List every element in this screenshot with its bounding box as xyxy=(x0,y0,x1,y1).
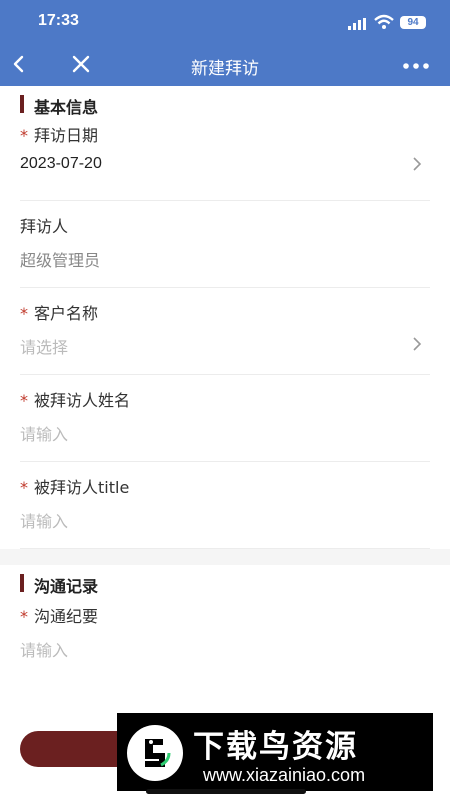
chevron-right-icon xyxy=(413,157,422,171)
status-time: 17:33 xyxy=(38,12,79,29)
form-content: 基本信息 * 拜访日期 2023-07-20 拜访人 超级管理员 * 客户名称 请选… xyxy=(0,86,450,687)
visitee-title-label: 被拜访人title xyxy=(34,478,130,497)
chevron-right-icon xyxy=(413,337,422,351)
section-basic-info: 基本信息 * 拜访日期 2023-07-20 拜访人 超级管理员 * 客户名称 请选… xyxy=(0,86,450,549)
required-mark: * xyxy=(20,391,28,410)
field-visitee-title[interactable]: * 被拜访人title 请输入 xyxy=(20,462,430,549)
watermark: 下载鸟资源 www.xiazainiao.com xyxy=(117,713,433,791)
visit-date-label: 拜访日期 xyxy=(34,126,99,145)
field-visitee-name[interactable]: * 被拜访人姓名 请输入 xyxy=(20,375,430,462)
nav-bar: 新建拜访 xyxy=(0,44,450,86)
required-mark: * xyxy=(20,304,28,323)
required-mark: * xyxy=(20,607,28,626)
section-header: 沟通记录 xyxy=(0,565,450,601)
visitee-name-input[interactable]: 请输入 xyxy=(20,421,68,445)
required-mark: * xyxy=(20,126,28,145)
communication-summary-label: 沟通纪要 xyxy=(34,607,99,626)
field-visitor: 拜访人 超级管理员 xyxy=(20,201,430,288)
required-mark: * xyxy=(20,478,28,497)
field-visit-date[interactable]: * 拜访日期 2023-07-20 xyxy=(20,122,430,201)
page-title: 新建拜访 xyxy=(191,59,259,79)
battery-icon: 94 xyxy=(400,16,426,29)
field-label: * 客户名称 xyxy=(20,300,98,324)
visitor-label: 拜访人 xyxy=(20,217,69,236)
customer-name-select[interactable]: 请选择 xyxy=(20,334,68,358)
wifi-icon xyxy=(374,14,394,29)
section-divider xyxy=(0,549,450,565)
visitor-value: 超级管理员 xyxy=(20,251,101,270)
field-customer-name[interactable]: * 客户名称 请选择 xyxy=(20,288,430,375)
watermark-name: 下载鸟资源 xyxy=(193,729,358,765)
watermark-url: www.xiazainiao.com xyxy=(203,765,366,785)
section-header: 基本信息 xyxy=(0,86,450,122)
section-marker xyxy=(20,574,24,592)
signal-icon xyxy=(348,18,366,30)
bird-logo-icon xyxy=(127,725,183,781)
field-label: * 拜访日期 xyxy=(20,122,98,146)
visitee-title-input[interactable]: 请输入 xyxy=(20,508,68,532)
field-label: * 沟通纪要 xyxy=(20,603,98,627)
field-communication-summary[interactable]: * 沟通纪要 请输入 xyxy=(20,601,430,687)
customer-name-label: 客户名称 xyxy=(34,304,99,323)
section-marker xyxy=(20,95,24,113)
communication-summary-input[interactable]: 请输入 xyxy=(20,637,68,661)
section-title: 沟通记录 xyxy=(34,577,99,596)
section-title: 基本信息 xyxy=(34,98,99,117)
field-label: * 被拜访人姓名 xyxy=(20,387,130,411)
visit-date-value: 2023-07-20 xyxy=(20,155,102,172)
more-icon[interactable] xyxy=(402,62,430,70)
status-bar: 17:33 94 xyxy=(0,0,450,44)
field-label: * 被拜访人title xyxy=(20,474,129,498)
home-indicator xyxy=(146,789,306,794)
visitee-name-label: 被拜访人姓名 xyxy=(34,391,131,410)
section-communication: 沟通记录 * 沟通纪要 请输入 xyxy=(0,565,450,687)
